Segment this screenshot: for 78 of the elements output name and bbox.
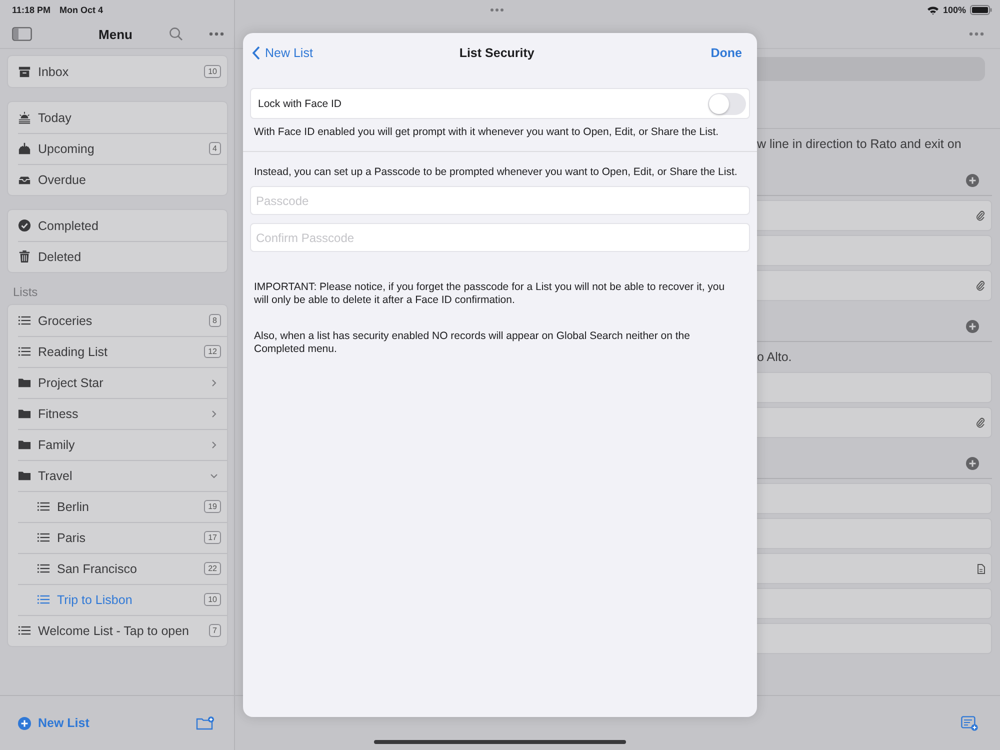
paperclip-icon — [976, 210, 985, 221]
count-badge: 12 — [204, 345, 221, 358]
count-badge: 10 — [204, 65, 221, 78]
checkmark-circle-icon — [18, 219, 31, 232]
count-badge: 8 — [208, 314, 221, 327]
toggle-label: Lock with Face ID — [258, 98, 342, 110]
add-icon[interactable] — [966, 457, 979, 470]
archive-box-icon — [18, 65, 31, 78]
trash-icon — [18, 250, 31, 263]
folder-item[interactable]: Fitness — [8, 398, 227, 429]
folder-icon — [18, 469, 31, 482]
sidebar-item[interactable]: Paris 17 — [8, 522, 227, 553]
more-icon[interactable] — [209, 32, 224, 36]
count-badge: 17 — [204, 531, 221, 544]
passcode-field[interactable]: Confirm Passcode — [250, 223, 750, 252]
toggle-switch[interactable] — [708, 92, 746, 114]
paperclip-icon — [976, 417, 985, 428]
battery-percent: 100% — [942, 5, 966, 15]
new-folder-icon[interactable] — [196, 716, 214, 730]
sidebar-toggle-icon[interactable] — [12, 27, 32, 41]
sidebar-title: Menu — [98, 26, 134, 42]
status-time: 11:18 PM — [12, 5, 51, 15]
folder-item[interactable]: Family — [8, 429, 227, 460]
add-icon[interactable] — [966, 320, 979, 333]
sidebar-item[interactable]: Overdue — [8, 164, 227, 195]
wifi-icon — [926, 6, 939, 14]
chevron-left-icon — [252, 46, 260, 60]
folder-icon — [18, 376, 31, 389]
list-icon — [37, 593, 50, 606]
count-badge: 7 — [208, 624, 221, 637]
sidebar-item[interactable]: Completed — [8, 210, 227, 241]
sidebar-item[interactable]: Trip to Lisbon 10 — [8, 584, 227, 615]
help-text: Instead, you can set up a Passcode to be prompted whenever you want to Open, Edit, or Share the List. — [253, 166, 738, 179]
dialog-title: List Security — [458, 46, 536, 60]
tray-arrow-icon — [18, 142, 31, 155]
count-badge: 4 — [208, 142, 221, 155]
sidebar-item[interactable]: Inbox 10 — [8, 56, 227, 87]
sidebar-item[interactable]: Welcome List - Tap to open 7 — [8, 615, 227, 646]
done-button[interactable]: Done — [710, 46, 742, 60]
count-badge: 19 — [204, 500, 221, 513]
sidebar-item[interactable]: Upcoming 4 — [8, 133, 227, 164]
folder-icon — [18, 438, 31, 451]
list-icon — [18, 624, 31, 637]
help-text: With Face ID enabled you will get prompt with it whenever you want to Open, Edit, or Share the List. — [253, 126, 720, 139]
multitasking-dots-icon[interactable] — [490, 8, 504, 12]
search-icon[interactable] — [169, 27, 183, 41]
note-text: o Alto. — [757, 350, 792, 364]
add-icon — [18, 716, 31, 730]
list-icon — [37, 531, 50, 544]
document-icon — [977, 564, 985, 574]
back-button[interactable]: New List — [252, 46, 313, 60]
folder-item[interactable]: Travel — [8, 460, 227, 491]
count-badge: 22 — [204, 562, 221, 575]
passcode-field[interactable]: Passcode — [250, 186, 750, 215]
add-icon[interactable] — [966, 174, 979, 187]
warning-text: Also, when a list has security enabled NO records will appear on Global Search neither on the Completed menu. — [253, 330, 691, 356]
list-icon — [18, 345, 31, 358]
sidebar-item[interactable]: San Francisco 22 — [8, 553, 227, 584]
battery-icon — [970, 5, 992, 15]
warning-text: IMPORTANT: Please notice, if you forget the passcode for a List you will not be able to recover it, you will only be able to delete it after a Face ID confirmation. — [253, 281, 726, 307]
sidebar-item[interactable]: Deleted — [8, 241, 227, 272]
paperclip-icon — [976, 280, 985, 291]
folder-item[interactable]: Project Star — [8, 367, 227, 398]
sunrise-icon — [18, 111, 31, 124]
more-icon[interactable] — [969, 32, 984, 36]
new-record-icon[interactable] — [961, 716, 978, 730]
list-icon — [37, 500, 50, 513]
sidebar-item[interactable]: Today — [8, 102, 227, 133]
section-heading: Lists — [12, 284, 39, 301]
folder-icon — [18, 407, 31, 420]
list-icon — [37, 562, 50, 575]
sidebar-item[interactable]: Reading List 12 — [8, 336, 227, 367]
sidebar-item[interactable]: Groceries 8 — [8, 305, 227, 336]
sidebar-item[interactable]: Berlin 19 — [8, 491, 227, 522]
count-badge: 10 — [204, 593, 221, 606]
list-icon — [18, 314, 31, 327]
status-date: Mon Oct 4 — [60, 5, 104, 15]
note-text: w line in direction to Rato and exit on — [757, 137, 962, 151]
